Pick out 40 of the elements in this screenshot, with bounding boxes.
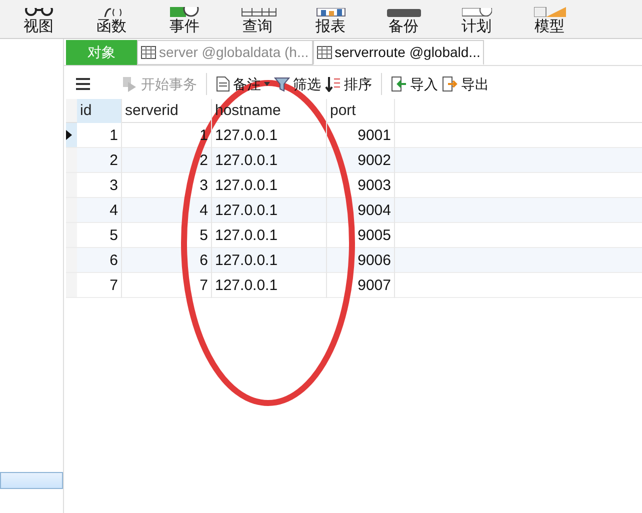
column-header[interactable]: id <box>77 99 122 123</box>
import-icon <box>391 76 407 92</box>
toolbar-button[interactable]: 事件 <box>148 0 221 38</box>
toolbar-button[interactable]: 函数 <box>75 0 148 38</box>
toolbar-button[interactable]: 导出 <box>440 74 491 94</box>
toolbar-button[interactable]: 排序 <box>323 74 374 94</box>
document-icon <box>216 76 230 92</box>
toolbar-button[interactable]: 查询 <box>221 0 294 38</box>
table-icon <box>316 46 332 59</box>
sort-icon <box>325 76 341 92</box>
toolbar-button[interactable]: 筛选 <box>272 74 323 94</box>
toolbar-button[interactable]: 备份 <box>367 0 440 38</box>
table-icon <box>141 46 156 59</box>
table-tab[interactable]: serverroute @globald... <box>312 40 484 65</box>
table-cell: 7 <box>122 273 212 298</box>
toolbar-button[interactable]: 模型 <box>513 0 586 38</box>
export-icon <box>442 76 458 92</box>
chart-icon <box>316 8 346 17</box>
table-cell: 127.0.0.1 <box>212 273 327 298</box>
table-cell: 9007 <box>327 273 395 298</box>
play-icon <box>122 76 138 92</box>
caret-icon <box>264 82 270 86</box>
table-cell: 7 <box>77 273 122 298</box>
filter-icon <box>274 76 290 92</box>
toolbar-button[interactable]: 导入 <box>389 74 440 94</box>
toolbar-button[interactable]: 计划 <box>440 0 513 38</box>
row-header[interactable] <box>66 123 77 147</box>
corner-header <box>66 99 77 122</box>
model-icon <box>534 7 566 17</box>
calendar-clock-icon <box>170 7 200 17</box>
glasses-icon <box>24 8 54 17</box>
menu-icon <box>76 78 90 90</box>
drive-icon <box>386 9 420 17</box>
toolbar-button[interactable]: 报表 <box>294 0 367 38</box>
table-tab[interactable]: server @globaldata (h... <box>137 40 313 65</box>
calendar-clock-icon <box>462 8 492 17</box>
row-pointer-icon <box>66 130 72 140</box>
toolbar-button[interactable]: 视图 <box>2 0 75 38</box>
sidebar-item[interactable] <box>0 472 63 489</box>
menu-button[interactable] <box>76 77 92 91</box>
